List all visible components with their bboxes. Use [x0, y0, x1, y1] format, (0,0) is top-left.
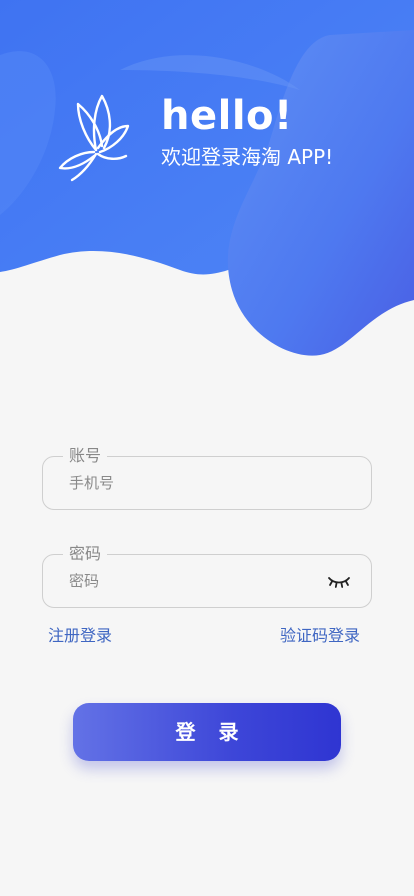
account-field: 账号 — [42, 445, 372, 510]
password-input[interactable] — [69, 555, 319, 607]
header-wave-background — [0, 0, 414, 356]
welcome-subtitle: 欢迎登录海淘 APP! — [161, 145, 334, 169]
register-login-link[interactable]: 注册登录 — [48, 624, 112, 648]
code-login-link[interactable]: 验证码登录 — [280, 624, 360, 648]
password-field: 密码 — [42, 543, 372, 608]
eye-closed-icon[interactable] — [327, 571, 351, 591]
hello-heading: hello! — [161, 93, 293, 139]
phone-input[interactable] — [69, 457, 319, 509]
butterfly-logo-icon — [58, 94, 130, 182]
login-button[interactable]: 登 录 — [73, 703, 341, 761]
login-screen: hello! 欢迎登录海淘 APP! 账号 密码 注册登录 验证码登录 登 录 — [0, 0, 414, 896]
